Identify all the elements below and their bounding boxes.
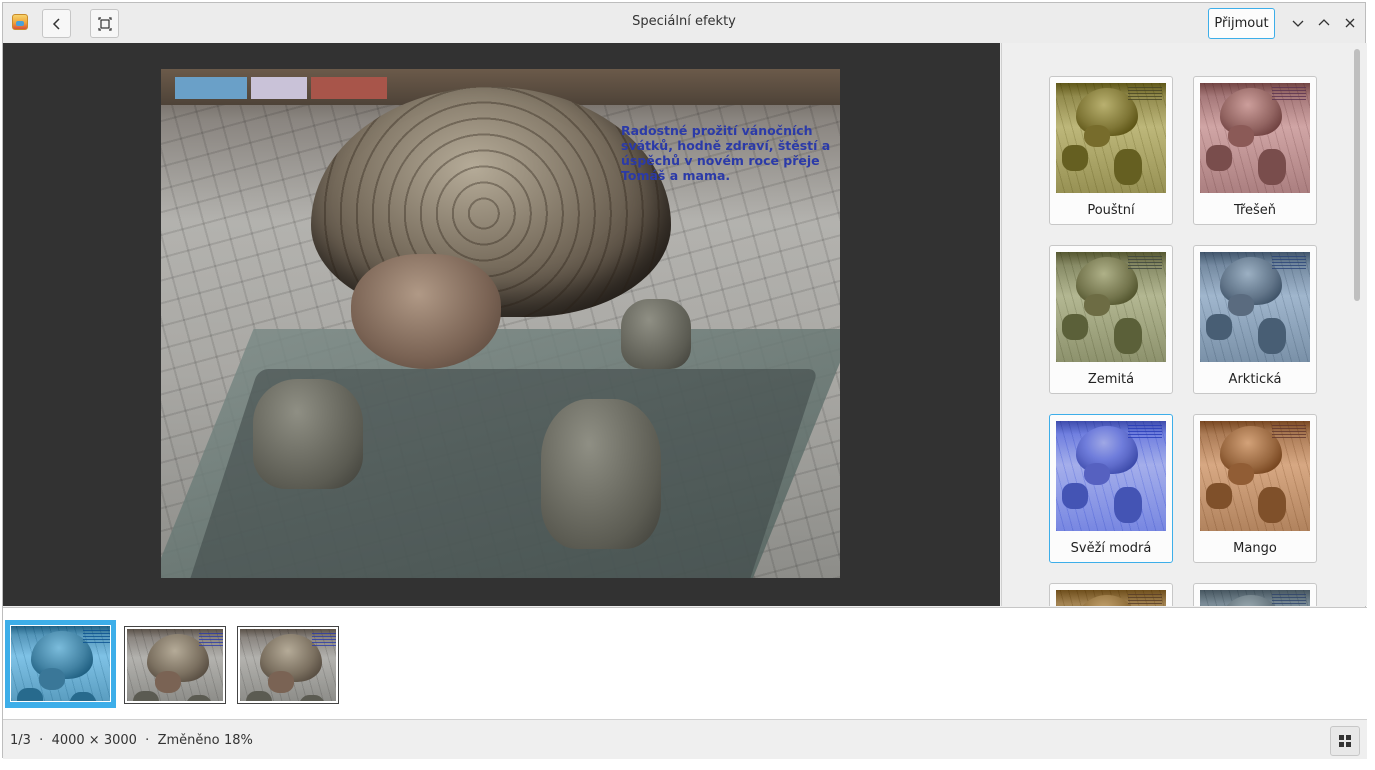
filmstrip-item[interactable] (124, 626, 226, 704)
effect-preview (1056, 83, 1166, 193)
effect-preview (1056, 590, 1166, 606)
effects-panel: Pouštní Třešeň Zemitá Arktická Svěží modrá Ma… (1001, 43, 1367, 606)
effect-card[interactable]: Zemitá (1049, 245, 1173, 394)
effect-label: Třešeň (1233, 203, 1277, 218)
status-info: 1/3 · 4000 × 3000 · Změněno (10, 733, 220, 748)
grid-view-button[interactable] (1330, 726, 1360, 756)
window-title: Speciální efekty (632, 14, 736, 29)
effect-card[interactable]: Mango (1193, 414, 1317, 563)
effect-label: Zemitá (1087, 372, 1135, 387)
filmstrip-item-selected[interactable] (5, 620, 116, 708)
effect-preview (1200, 590, 1310, 606)
maximize-button[interactable] (1314, 13, 1334, 33)
effect-card[interactable] (1049, 583, 1173, 606)
scrollbar[interactable] (1354, 49, 1360, 301)
filmstrip (3, 607, 1367, 719)
minimize-button[interactable] (1288, 13, 1308, 33)
effect-label: Mango (1233, 541, 1277, 556)
filmstrip-thumbnail (240, 629, 336, 701)
effect-preview (1200, 421, 1310, 531)
effect-card[interactable]: Pouštní (1049, 76, 1173, 225)
image-viewer[interactable]: Radostné prožití vánočních svátků, hodně… (3, 43, 1000, 606)
effect-card[interactable]: Třešeň (1193, 76, 1317, 225)
grid-view-icon (1339, 735, 1351, 747)
title-bar: Speciální efekty Přijmout (3, 3, 1365, 43)
effect-card[interactable] (1193, 583, 1317, 606)
effect-preview (1056, 421, 1166, 531)
main-photo: Radostné prožití vánočních svátků, hodně… (161, 69, 840, 578)
zoom-level[interactable]: 18% (224, 733, 253, 748)
effect-preview (1200, 252, 1310, 362)
photo-overlay-text: Radostné prožití vánočních svátků, hodně… (621, 123, 831, 183)
effect-card[interactable]: Svěží modrá (1049, 414, 1173, 563)
filmstrip-item[interactable] (237, 626, 339, 704)
filmstrip-thumbnail (127, 629, 223, 701)
filmstrip-thumbnail (10, 625, 111, 702)
effect-label: Arktická (1228, 372, 1282, 387)
effect-card[interactable]: Arktická (1193, 245, 1317, 394)
status-bar: 1/3 · 4000 × 3000 · Změněno 18% (3, 719, 1367, 759)
close-button[interactable] (1340, 13, 1360, 33)
effect-preview (1200, 83, 1310, 193)
accept-button[interactable]: Přijmout (1208, 8, 1275, 39)
chevron-down-icon (1292, 20, 1304, 27)
effect-label: Pouštní (1087, 203, 1135, 218)
effect-preview (1056, 252, 1166, 362)
close-icon (1345, 18, 1355, 28)
effect-label: Svěží modrá (1070, 541, 1152, 556)
chevron-up-icon (1318, 19, 1330, 26)
app-window: Speciální efekty Přijmout Radostné proži… (2, 2, 1367, 759)
